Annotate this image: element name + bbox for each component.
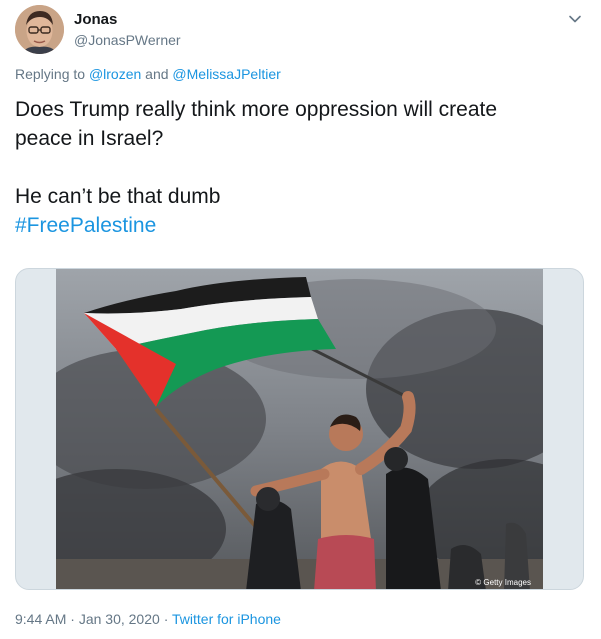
tweet-meta: 9:44 AM · Jan 30, 2020 · Twitter for iPh… xyxy=(15,610,281,628)
tweet-line-3: He can’t be that dumb xyxy=(15,185,221,208)
chevron-down-icon[interactable] xyxy=(566,10,584,28)
tweet-source[interactable]: Twitter for iPhone xyxy=(172,611,281,627)
mention-link-2[interactable]: @MelissaJPeltier xyxy=(172,66,280,82)
tweet-date[interactable]: Jan 30, 2020 xyxy=(79,611,160,627)
display-name[interactable]: Jonas xyxy=(74,11,181,29)
photo-illustration xyxy=(56,269,543,589)
reply-connector: and xyxy=(145,66,169,82)
author-block[interactable]: Jonas @JonasPWerner xyxy=(74,11,181,49)
tweet-photo[interactable]: © Getty Images xyxy=(56,269,543,589)
avatar[interactable] xyxy=(15,5,64,54)
mention-link-1[interactable]: @lrozen xyxy=(89,66,141,82)
tweet-line-2: peace in Israel? xyxy=(15,127,164,150)
hashtag-link[interactable]: #FreePalestine xyxy=(15,214,156,237)
avatar-image xyxy=(15,5,64,54)
meta-separator-2: · xyxy=(163,611,169,627)
media-container[interactable]: © Getty Images xyxy=(15,268,584,590)
reply-context: Replying to @lrozen and @MelissaJPeltier xyxy=(15,65,281,83)
photo-credit: © Getty Images xyxy=(475,578,531,587)
tweet-time[interactable]: 9:44 AM xyxy=(15,611,66,627)
tweet-line-1: Does Trump really think more oppression … xyxy=(15,98,498,121)
tweet-text: Does Trump really think more oppression … xyxy=(15,95,585,240)
reply-prefix: Replying to xyxy=(15,66,86,82)
meta-separator-1: · xyxy=(70,611,75,627)
user-handle[interactable]: @JonasPWerner xyxy=(74,31,181,49)
tweet-card: Jonas @JonasPWerner Replying to @lrozen … xyxy=(0,0,601,639)
